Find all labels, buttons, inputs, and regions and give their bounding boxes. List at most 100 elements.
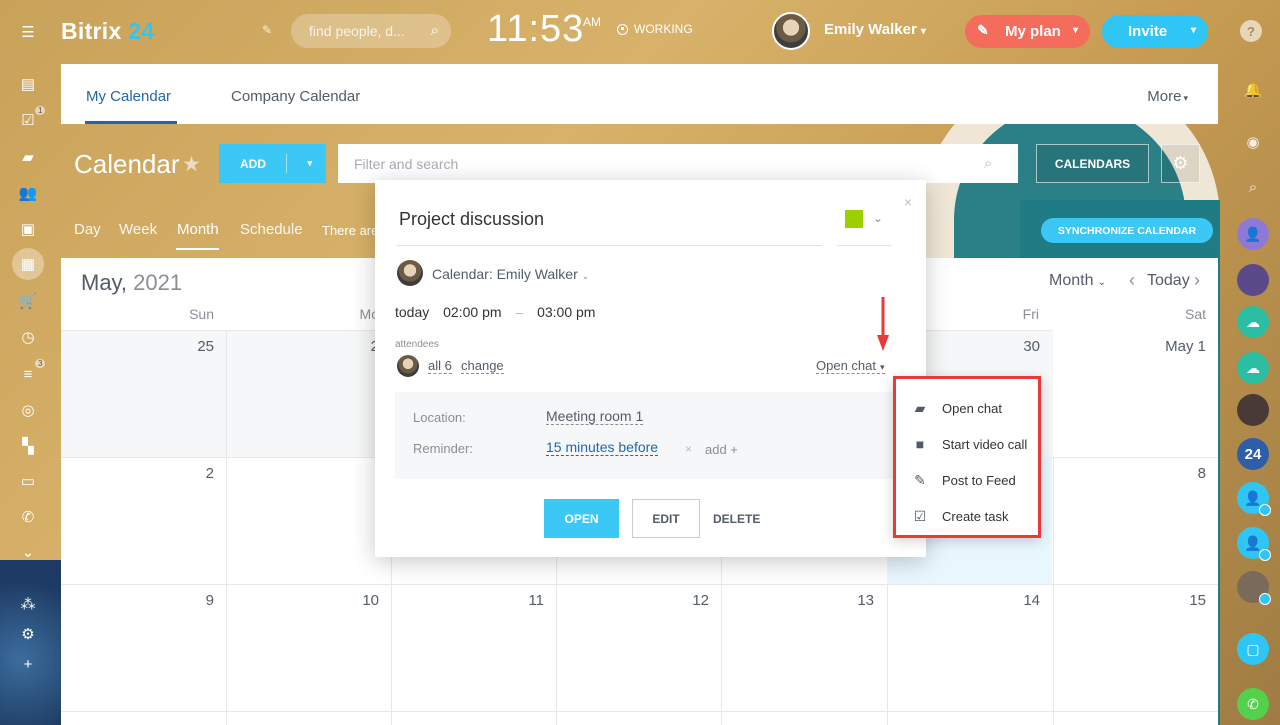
avatar[interactable] (1237, 571, 1271, 605)
gear-icon[interactable]: ⚙ (16, 622, 40, 646)
top-search-input[interactable]: find people, d... ⌕ (291, 14, 451, 48)
calendar-owner-select[interactable]: Calendar: Emily Walker ⌄ (432, 266, 589, 282)
chat-icon: ▰ (914, 399, 926, 416)
clock-icon[interactable]: ◷ (16, 325, 40, 349)
day-cell[interactable]: 25 (61, 330, 226, 457)
today-button[interactable]: Today (1147, 272, 1190, 290)
groups-icon[interactable]: 👥 (16, 181, 40, 205)
close-icon[interactable]: × (685, 442, 692, 456)
event-date: today (395, 304, 430, 320)
pencil-icon[interactable]: ✎ (262, 23, 272, 37)
avatar[interactable] (1237, 264, 1269, 296)
search-icon[interactable]: ⌕ (1243, 177, 1263, 197)
stop-icon (617, 23, 628, 35)
phone-icon[interactable]: ✆ (1237, 688, 1269, 720)
tab-my-calendar[interactable]: My Calendar (86, 88, 171, 105)
screen-icon[interactable]: ▢ (1237, 633, 1269, 665)
day-cell[interactable]: 11 (391, 584, 556, 711)
avatar (397, 355, 419, 377)
chat-icon[interactable]: ▰ (16, 145, 40, 169)
day-cell[interactable]: 2 (226, 330, 391, 457)
day-cell[interactable]: 8 (1053, 457, 1218, 584)
day-cell[interactable]: 15 (1053, 584, 1218, 711)
chevron-down-icon: ⌄ (581, 271, 590, 281)
clock-ampm: AM (583, 15, 601, 29)
target-icon[interactable]: ◎ (16, 398, 40, 422)
cloud-icon[interactable]: ☁ (1237, 306, 1269, 338)
avatar[interactable] (1237, 394, 1269, 426)
contacts-icon[interactable]: ▣ (16, 217, 40, 241)
menu-item-open-chat[interactable]: ▰ Open chat (912, 398, 1002, 418)
bitrix24-icon[interactable]: 24 (1237, 438, 1269, 470)
chevron-left-icon[interactable]: ‹ (1129, 270, 1135, 291)
month-title: May, 2021 (81, 270, 183, 295)
chevron-right-icon[interactable]: › (1194, 270, 1200, 291)
feed-icon[interactable]: ▤ (16, 72, 40, 96)
add-icon[interactable]: + (16, 652, 40, 676)
event-details: Location: Meeting room 1 Reminder: 15 mi… (395, 392, 903, 479)
chevron-down-icon[interactable]: ⌄ (873, 211, 883, 225)
open-button[interactable]: OPEN (544, 499, 619, 538)
day-cell[interactable]: 10 (226, 584, 391, 711)
chevron-down-icon: ▾ (920, 26, 926, 37)
day-cell[interactable]: 12 (556, 584, 721, 711)
work-status[interactable]: WORKING (617, 22, 693, 36)
search-icon[interactable]: ⌕ (984, 155, 992, 172)
cart-icon[interactable]: 🛒 (16, 289, 40, 313)
synchronize-calendar-button[interactable]: SYNCHRONIZE CALENDAR (1041, 218, 1213, 243)
close-icon[interactable]: × (904, 194, 912, 210)
day-cell[interactable]: 9 (61, 584, 226, 711)
calendar-icon[interactable]: ▦ (12, 248, 44, 280)
view-schedule[interactable]: Schedule (240, 221, 303, 238)
message-icon[interactable]: ◉ (1243, 132, 1263, 152)
user-icon[interactable]: 👤 (1237, 218, 1269, 250)
event-time-to: 03:00 pm (537, 304, 596, 320)
calendars-button[interactable]: CALENDARS (1036, 144, 1149, 183)
user-avatar[interactable] (772, 12, 810, 50)
attendees-change-link[interactable]: change (461, 358, 504, 374)
location-value[interactable]: Meeting room 1 (546, 408, 644, 425)
apps-icon[interactable]: ▚ (16, 434, 40, 458)
view-month[interactable]: Month (177, 221, 219, 238)
tab-company-calendar[interactable]: Company Calendar (231, 88, 360, 105)
reminder-add-link[interactable]: add + (705, 442, 738, 457)
day-cell[interactable]: May 1 (1053, 330, 1218, 457)
star-icon[interactable]: ★ (182, 152, 201, 177)
video-camera-icon: ■ (915, 436, 925, 452)
gear-icon[interactable]: ⚙ (1161, 144, 1200, 183)
view-select[interactable]: Month ⌄ (1049, 272, 1106, 290)
attendees-all-link[interactable]: all 6 (428, 358, 452, 374)
phone-icon[interactable]: ✆ (16, 505, 40, 529)
clock-user-icon[interactable]: 👤 (1237, 482, 1271, 516)
chevron-down-icon[interactable]: ⌄ (16, 540, 40, 564)
bell-icon[interactable]: 🔔 (1243, 80, 1263, 100)
open-chat-dropdown[interactable]: Open chat ▾ (816, 358, 885, 374)
event-time: today 02:00 pm – 03:00 pm (395, 304, 596, 320)
menu-item-post-to-feed[interactable]: ✎ Post to Feed (912, 470, 1016, 490)
clock-user-icon[interactable]: 👤 (1237, 527, 1271, 561)
logo[interactable]: Bitrix 24 (61, 18, 154, 45)
add-button[interactable]: ADD ▾ (219, 144, 326, 183)
help-icon[interactable]: ? (1240, 20, 1262, 42)
invite-button[interactable]: Invite ▾ (1102, 15, 1208, 48)
user-menu[interactable]: Emily Walker ▾ (824, 21, 926, 38)
view-day[interactable]: Day (74, 221, 101, 238)
reminder-value[interactable]: 15 minutes before (546, 439, 659, 456)
menu-item-start-video-call[interactable]: ■ Start video call (912, 434, 1028, 454)
delete-button[interactable]: DELETE (713, 512, 760, 526)
chevron-down-icon[interactable]: ▾ (307, 158, 312, 169)
more-menu[interactable]: More ▾ (1147, 88, 1188, 105)
window-icon[interactable]: ▭ (16, 469, 40, 493)
day-cell[interactable]: 2 (61, 457, 226, 584)
day-cell[interactable]: 13 (721, 584, 886, 711)
filter-search-input[interactable] (338, 144, 1018, 183)
location-label: Location: (413, 410, 466, 425)
day-cell[interactable]: 14 (887, 584, 1052, 711)
view-week[interactable]: Week (119, 221, 157, 238)
cloud-icon[interactable]: ☁ (1237, 352, 1269, 384)
menu-item-create-task[interactable]: ☑ Create task (912, 506, 1009, 526)
sitemap-icon[interactable]: ⁂ (16, 592, 40, 616)
edit-button[interactable]: EDIT (632, 499, 700, 538)
event-color-swatch[interactable] (845, 210, 863, 228)
my-plan-button[interactable]: ✎ My plan ▾ (965, 15, 1090, 48)
